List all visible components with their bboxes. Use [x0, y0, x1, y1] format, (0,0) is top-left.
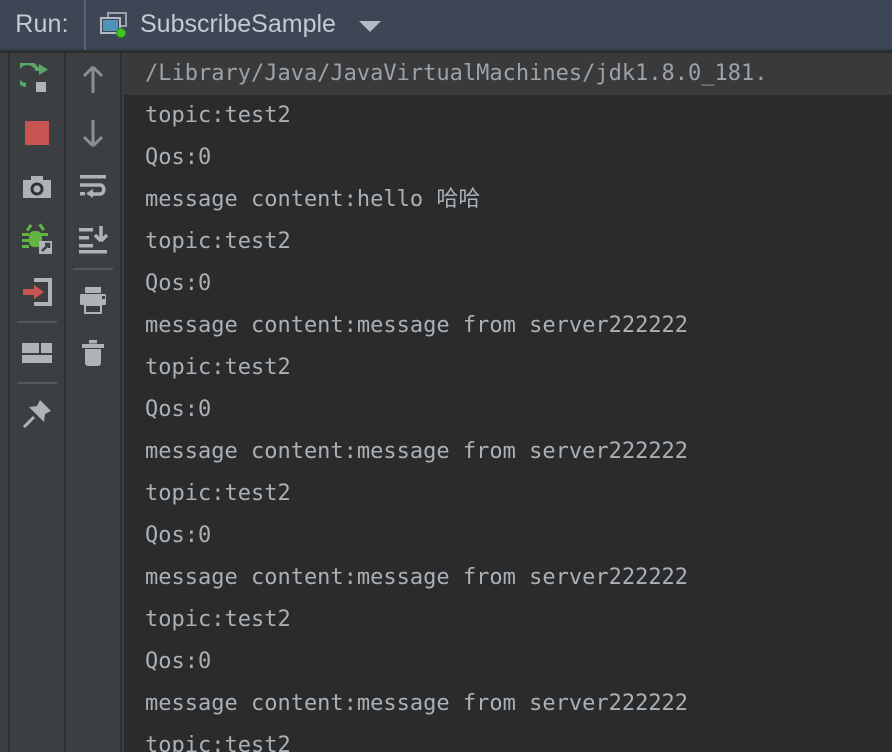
console-line: topic:test2 — [145, 607, 291, 632]
debug-button[interactable] — [9, 212, 65, 265]
arrow-into-box-icon — [23, 277, 52, 306]
console-line: topic:test2 — [145, 481, 291, 506]
print-button[interactable] — [65, 273, 121, 326]
console-line: Qos:0 — [145, 397, 212, 422]
layout-panels-icon — [22, 342, 52, 363]
soft-wrap-icon — [80, 174, 106, 198]
layout-button[interactable] — [9, 326, 65, 379]
console-line: topic:test2 — [145, 229, 291, 254]
run-configuration-name: SubscribeSample — [140, 10, 336, 38]
run-configuration-tab[interactable]: SubscribeSample — [86, 0, 381, 50]
scroll-to-end-button[interactable] — [65, 212, 121, 265]
console-line: /Library/Java/JavaVirtualMachines/jdk1.8… — [124, 53, 892, 95]
bug-with-arrow-icon — [22, 222, 52, 254]
toolbar-separator — [17, 321, 57, 323]
console-line: topic:test2 — [145, 355, 291, 380]
console-line: message content:message from server22222… — [145, 565, 689, 590]
rerun-green-arrow-icon — [20, 62, 48, 92]
scroll-to-end-icon — [79, 225, 109, 253]
stop-button[interactable] — [9, 106, 65, 159]
console-line: message content:message from server22222… — [145, 313, 689, 338]
rerun-button[interactable] — [9, 53, 65, 106]
run-label-cell: Run: — [0, 0, 86, 50]
console-line: topic:test2 — [145, 103, 291, 128]
screenshot-button[interactable] — [9, 159, 65, 212]
soft-wrap-button[interactable] — [65, 159, 121, 212]
stop-red-square-icon — [25, 120, 49, 145]
pushpin-icon — [22, 399, 51, 428]
console-output[interactable]: /Library/Java/JavaVirtualMachines/jdk1.8… — [124, 53, 892, 752]
run-actions-toolbar — [10, 53, 66, 752]
console-line: message content:hello 哈哈 — [145, 187, 481, 212]
console-line: message content:message from server22222… — [145, 439, 689, 464]
toolbar-separator — [73, 268, 113, 270]
clear-all-button[interactable] — [65, 326, 121, 379]
toolbar-separator — [17, 382, 57, 384]
arrow-down-icon — [82, 119, 104, 147]
run-tool-window: Run: SubscribeSample /Library/Java/JavaV… — [0, 0, 892, 752]
console-line: Qos:0 — [145, 523, 212, 548]
console-lines: /Library/Java/JavaVirtualMachines/jdk1.8… — [124, 53, 892, 752]
run-toolbars — [0, 53, 124, 752]
prev-occurrence-button[interactable] — [65, 53, 121, 106]
next-occurrence-button[interactable] — [65, 106, 121, 159]
console-line: Qos:0 — [145, 649, 212, 674]
config-icon-screen — [103, 19, 118, 31]
trash-icon — [82, 339, 104, 366]
run-label: Run: — [15, 10, 69, 38]
arrow-up-icon — [82, 65, 104, 93]
console-line: topic:test2 — [145, 733, 291, 752]
console-actions-toolbar — [66, 53, 122, 752]
console-line: Qos:0 — [145, 145, 212, 170]
printer-icon — [80, 286, 106, 314]
console-button[interactable] — [9, 265, 65, 318]
run-configuration-icon — [99, 11, 129, 39]
console-line: Qos:0 — [145, 271, 212, 296]
camera-icon — [23, 175, 51, 198]
chevron-down-icon[interactable] — [358, 20, 381, 32]
console-line: message content:message from server22222… — [145, 691, 689, 716]
pin-tab-button[interactable] — [9, 387, 65, 440]
run-header-bar: Run: SubscribeSample — [0, 0, 892, 51]
running-green-dot — [116, 27, 126, 38]
